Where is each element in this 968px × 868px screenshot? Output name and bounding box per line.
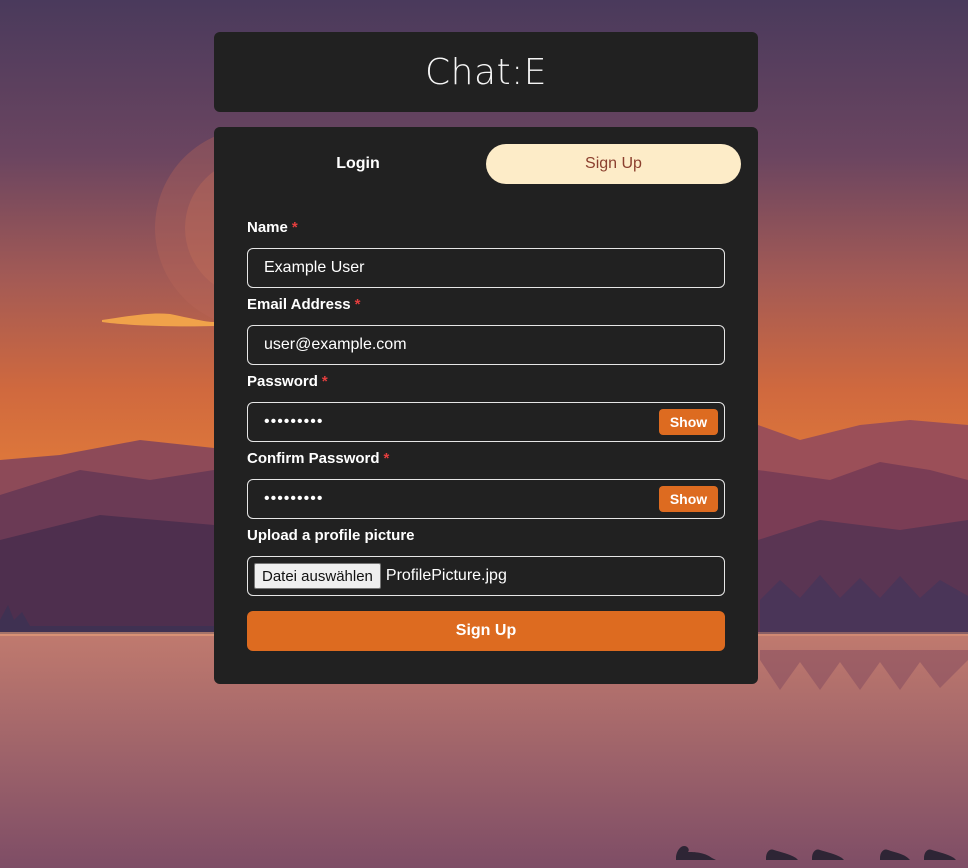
choose-file-button[interactable]: Datei auswählen [254,563,381,589]
name-field-value: Example User [264,259,365,276]
tab-signup[interactable]: Sign Up [486,144,741,184]
required-marker: * [291,219,298,236]
show-confirm-password-button[interactable]: Show [659,486,718,512]
tab-login[interactable]: Login [231,144,485,184]
email-label-text: Email Address [247,296,351,313]
app-title: Chat:E [424,51,547,93]
confirm-password-field-value: ••••••••• [264,490,324,507]
name-label-text: Name [247,219,288,236]
password-field-value: ••••••••• [264,413,324,430]
email-label: Email Address * [247,296,361,313]
required-marker: * [383,450,390,467]
picture-label: Upload a profile picture [247,527,415,544]
email-field[interactable]: user@example.com [247,325,725,365]
required-marker: * [354,296,361,313]
confirm-password-field[interactable]: ••••••••• Show [247,479,725,519]
selected-file-name: ProfilePicture.jpg [385,567,507,584]
confirm-password-label-text: Confirm Password [247,450,380,467]
email-field-value: user@example.com [264,336,407,353]
name-field[interactable]: Example User [247,248,725,288]
name-label: Name * [247,219,298,236]
password-label: Password * [247,373,328,390]
show-password-button[interactable]: Show [659,409,718,435]
picture-upload-field: Datei auswählen ProfilePicture.jpg [247,556,725,596]
password-label-text: Password [247,373,318,390]
required-marker: * [321,373,328,390]
app-header: Chat:E [214,32,758,112]
confirm-password-label: Confirm Password * [247,450,389,467]
auth-form-card: Login Sign Up Name * Example User Email A… [214,127,758,684]
sign-up-submit-button[interactable]: Sign Up [247,611,725,651]
password-field[interactable]: ••••••••• Show [247,402,725,442]
